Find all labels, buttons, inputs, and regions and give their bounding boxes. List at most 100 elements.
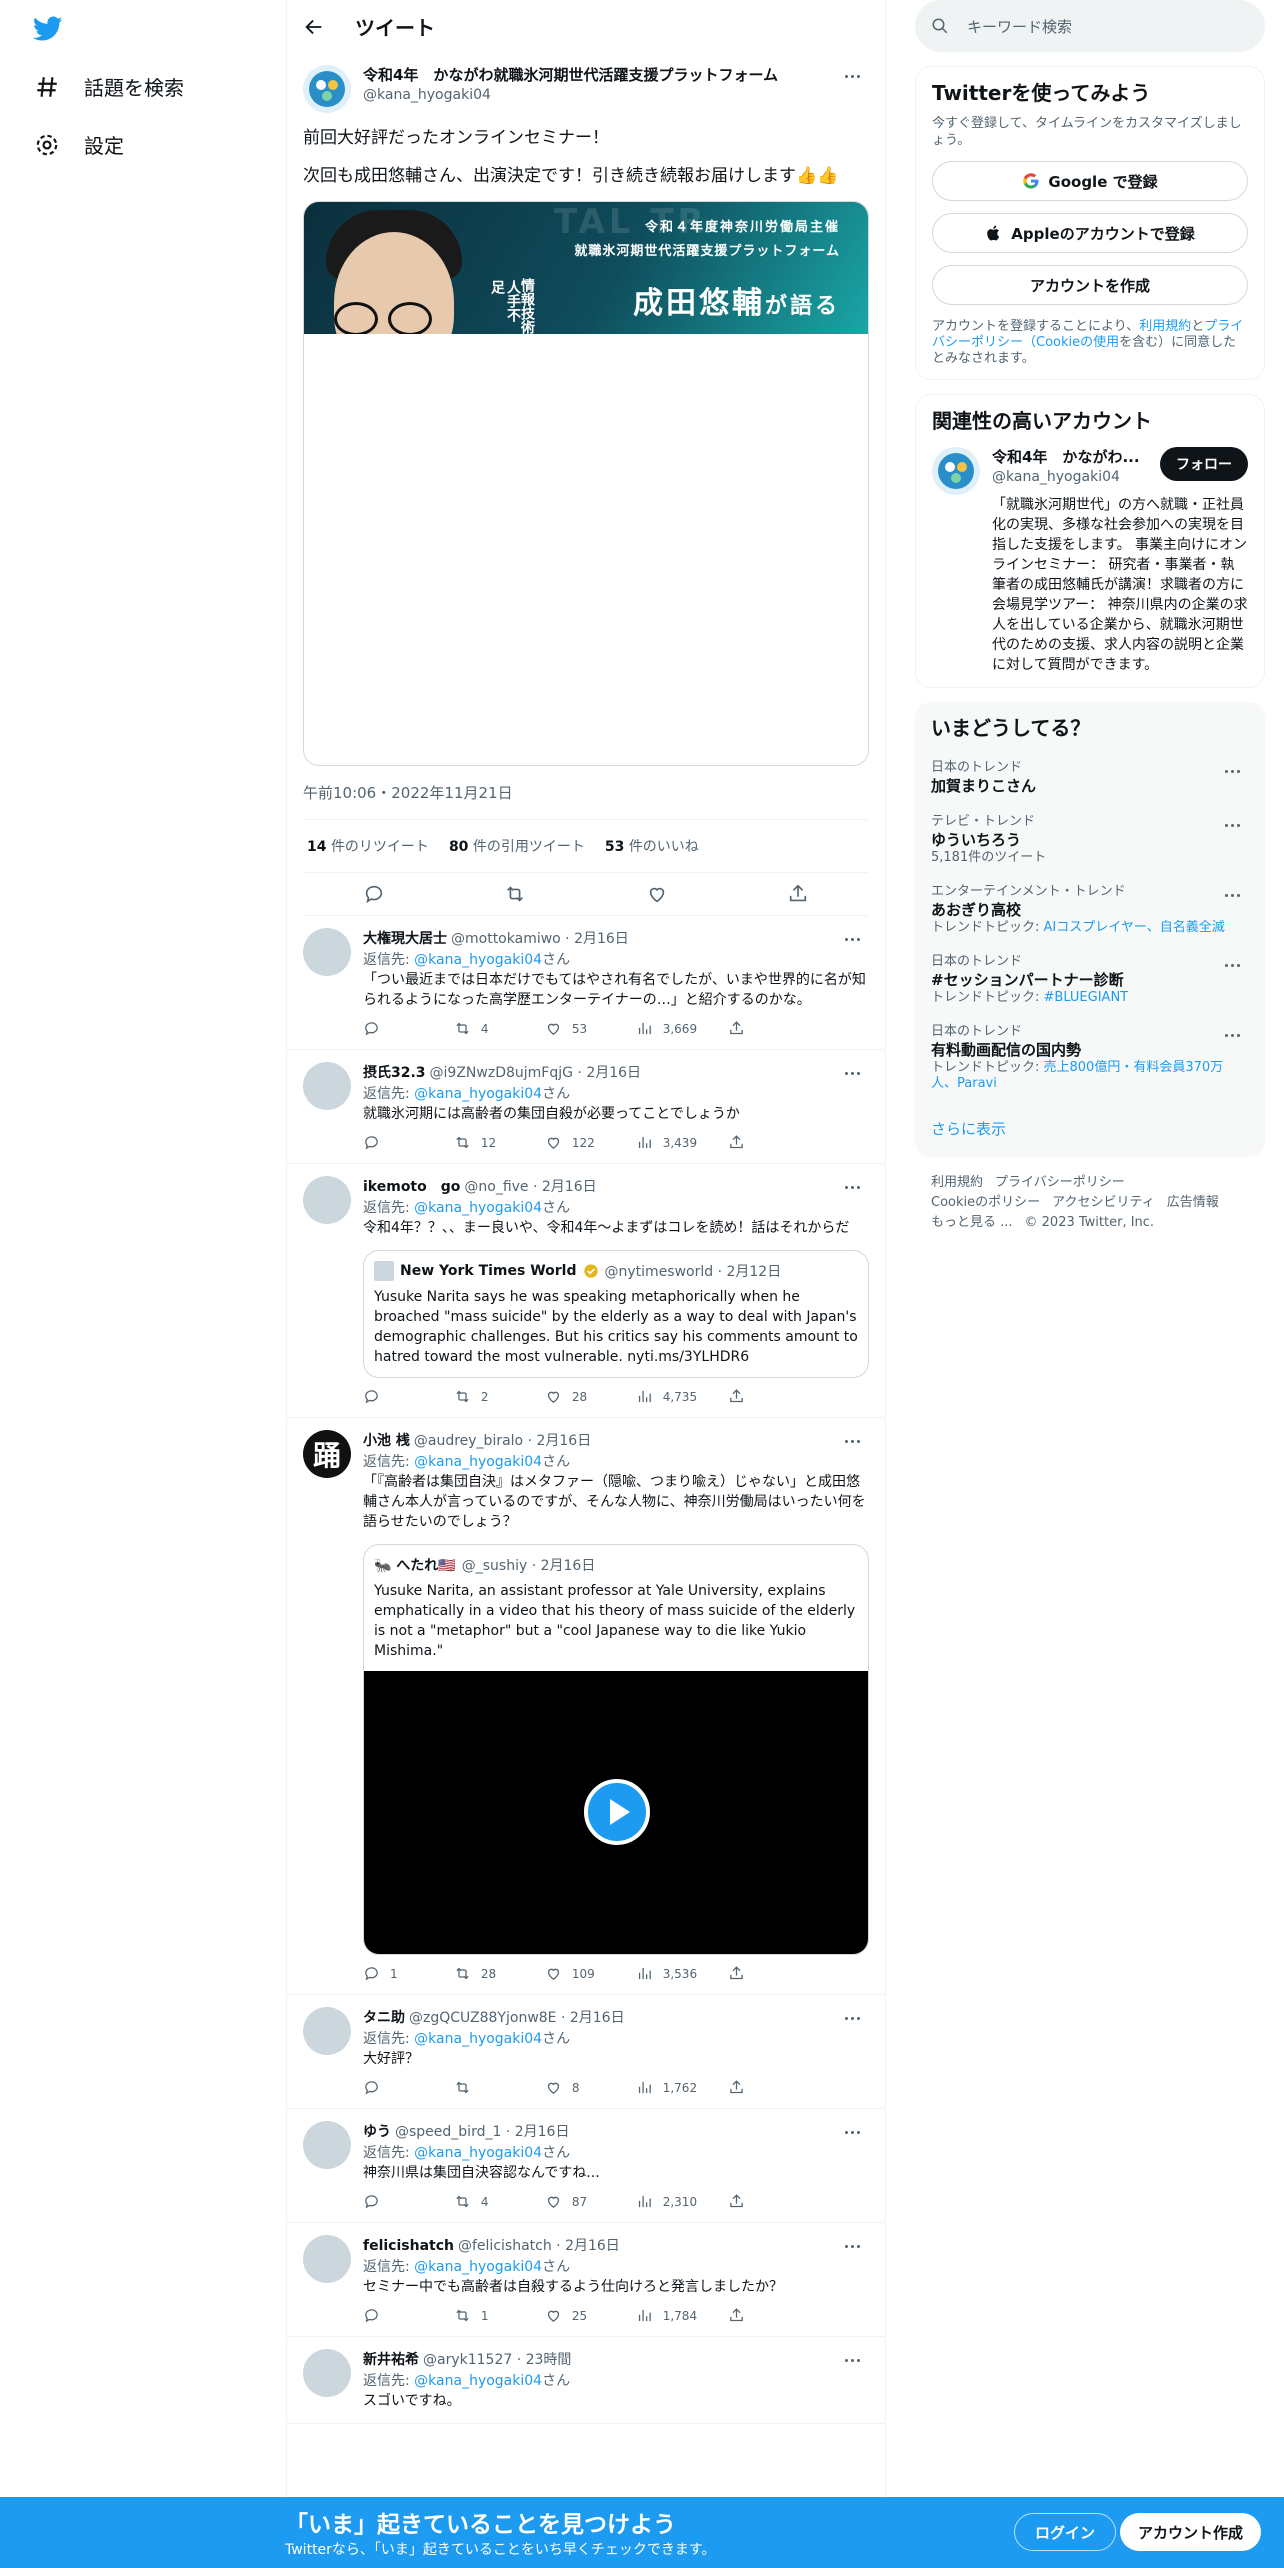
footer-privacy-link[interactable]: プライバシーポリシー xyxy=(995,1175,1125,1190)
related-account[interactable]: 令和4年 かながわ... @kana_hyogaki04 フォロー 「就職氷河期… xyxy=(932,447,1248,675)
reply-button[interactable] xyxy=(363,1134,423,1151)
reply-to-link[interactable]: @kana_hyogaki04 xyxy=(414,1454,542,1470)
avatar[interactable] xyxy=(303,65,351,113)
footer-ads-link[interactable]: 広告情報 xyxy=(1167,1195,1219,1210)
avatar[interactable] xyxy=(303,1176,351,1224)
avatar[interactable] xyxy=(303,1062,351,1110)
avatar[interactable] xyxy=(932,447,980,495)
share-button[interactable] xyxy=(728,1134,788,1151)
avatar[interactable] xyxy=(303,2235,351,2283)
reply-tweet[interactable]: felicishatch @felicishatch · 2月16日 返信先: @… xyxy=(287,2223,885,2337)
nav-settings[interactable]: 設定 xyxy=(34,130,124,159)
more-options-icon[interactable] xyxy=(835,2007,869,2029)
signup-button[interactable]: アカウント作成 xyxy=(1120,2513,1262,2551)
retweet-button[interactable]: 4 xyxy=(454,2193,514,2210)
reply-tweet[interactable]: 踊 小池 桟 @audrey_biralo · 2月16日 返信先: @kana_… xyxy=(287,1418,885,1995)
share-button[interactable] xyxy=(728,2193,788,2210)
apple-signup-button[interactable]: Appleのアカウントで登録 xyxy=(932,213,1248,253)
reply-author-handle[interactable]: @felicishatch · 2月16日 xyxy=(458,2236,620,2256)
like-button[interactable]: 8 xyxy=(545,2079,605,2096)
reply-to-link[interactable]: @kana_hyogaki04 xyxy=(414,2259,542,2275)
share-button[interactable] xyxy=(728,1388,788,1405)
views-button[interactable]: 1,784 xyxy=(636,2307,697,2324)
more-options-icon[interactable] xyxy=(1215,760,1249,782)
avatar[interactable]: 踊 xyxy=(303,1430,351,1478)
quoted-video[interactable] xyxy=(364,1671,868,1954)
reply-button[interactable]: 1 xyxy=(363,1965,423,1982)
like-button[interactable]: 122 xyxy=(545,1134,605,1151)
reply-author-handle[interactable]: @zgQCUZ88Yjonw8E · 2月16日 xyxy=(409,2008,625,2028)
footer-terms-link[interactable]: 利用規約 xyxy=(931,1175,983,1190)
reply-icon[interactable] xyxy=(363,883,385,905)
reply-author-name[interactable]: ゆう xyxy=(363,2122,391,2142)
views-button[interactable]: 2,310 xyxy=(636,2193,697,2210)
retweet-icon[interactable] xyxy=(504,883,526,905)
retweet-button[interactable]: 1 xyxy=(454,2307,514,2324)
trend-item[interactable]: テレビ・トレンド ゆういちろう 5,181件のツイート xyxy=(931,814,1249,866)
reply-author-name[interactable]: タニ助 xyxy=(363,2008,405,2028)
retweet-button[interactable]: 28 xyxy=(454,1965,514,1982)
back-arrow-icon[interactable] xyxy=(303,16,325,38)
views-button[interactable]: 1,762 xyxy=(636,2079,697,2096)
follow-button[interactable]: フォロー xyxy=(1160,447,1248,481)
like-count[interactable]: 53 件のいいね xyxy=(605,836,699,856)
reply-author-handle[interactable]: @no_five · 2月16日 xyxy=(464,1177,596,1197)
reply-tweet[interactable]: ゆう @speed_bird_1 · 2月16日 返信先: @kana_hyoga… xyxy=(287,2109,885,2223)
reply-tweet[interactable]: タニ助 @zgQCUZ88Yjonw8E · 2月16日 返信先: @kana_h… xyxy=(287,1995,885,2109)
footer-more-link[interactable]: もっと見る ... xyxy=(931,1215,1013,1230)
reply-author-name[interactable]: felicishatch xyxy=(363,2236,454,2256)
reply-to-link[interactable]: @kana_hyogaki04 xyxy=(414,952,542,968)
reply-to-link[interactable]: @kana_hyogaki04 xyxy=(414,2031,542,2047)
more-options-icon[interactable] xyxy=(835,1062,869,1084)
more-options-icon[interactable] xyxy=(835,928,869,950)
like-button[interactable]: 28 xyxy=(545,1388,605,1405)
trend-item[interactable]: エンターテインメント・トレンド あおぎり高校 トレンドトピック: AIコスプレイ… xyxy=(931,884,1249,936)
reply-author-handle[interactable]: @i9ZNwzD8ujmFqjG · 2月16日 xyxy=(430,1063,642,1083)
show-more-link[interactable]: さらに表示 xyxy=(931,1118,1249,1139)
create-account-button[interactable]: アカウントを作成 xyxy=(932,265,1248,305)
nav-explore[interactable]: 話題を検索 xyxy=(34,72,184,101)
tweet-media[interactable]: TAL TR 令和４年度神奈川労働局主催 就職氷河期世代活躍支援プラットフォーム… xyxy=(303,201,869,766)
share-button[interactable] xyxy=(728,1020,788,1037)
like-button[interactable]: 109 xyxy=(545,1965,605,1982)
related-name[interactable]: 令和4年 かながわ... xyxy=(992,447,1160,467)
reply-button[interactable] xyxy=(363,2193,423,2210)
reply-author-name[interactable]: 新井祐希 xyxy=(363,2350,419,2370)
reply-tweet[interactable]: 新井祐希 @aryk11527 · 23時間 返信先: @kana_hyogaki… xyxy=(287,2337,885,2424)
quoted-tweet[interactable]: New York Times World @nytimesworld · 2月12… xyxy=(363,1250,869,1378)
quote-count[interactable]: 80 件の引用ツイート xyxy=(449,836,585,856)
quote-link[interactable]: nyti.ms/3YLHDR6 xyxy=(627,1349,749,1365)
reply-tweet[interactable]: ikemoto go @no_five · 2月16日 返信先: @kana_hy… xyxy=(287,1164,885,1418)
reply-button[interactable] xyxy=(363,1020,423,1037)
share-button[interactable] xyxy=(728,2079,788,2096)
share-button[interactable] xyxy=(728,2307,788,2324)
trend-topic-link[interactable]: #BLUEGIANT xyxy=(1044,990,1129,1005)
retweet-count[interactable]: 14 件のリツイート xyxy=(307,836,429,856)
google-signup-button[interactable]: Google で登録 xyxy=(932,161,1248,201)
reply-button[interactable] xyxy=(363,1388,423,1405)
reply-button[interactable] xyxy=(363,2307,423,2324)
reply-author-name[interactable]: ikemoto go xyxy=(363,1177,460,1197)
reply-to-link[interactable]: @kana_hyogaki04 xyxy=(414,1200,542,1216)
views-button[interactable]: 3,439 xyxy=(636,1134,697,1151)
reply-button[interactable] xyxy=(363,2079,423,2096)
more-options-icon[interactable] xyxy=(835,2235,869,2257)
tweet-timestamp[interactable]: 午前10:06・2022年11月21日 xyxy=(303,782,869,820)
login-button[interactable]: ログイン xyxy=(1014,2513,1117,2551)
more-options-icon[interactable] xyxy=(1215,884,1249,906)
share-button[interactable] xyxy=(728,1965,788,1982)
play-icon[interactable] xyxy=(584,1779,650,1845)
author-name[interactable]: 令和4年 かながわ就職氷河期世代活躍支援プラットフォーム xyxy=(363,65,835,85)
like-button[interactable]: 87 xyxy=(545,2193,605,2210)
like-button[interactable]: 53 xyxy=(545,1020,605,1037)
trend-topic-link[interactable]: AIコスプレイヤー、自名義全滅 xyxy=(1044,920,1225,935)
trend-item[interactable]: 日本のトレンド 加賀まりこさん xyxy=(931,760,1249,796)
reply-to-link[interactable]: @kana_hyogaki04 xyxy=(414,1086,542,1102)
reply-tweet[interactable]: 大権現大居士 @mottokamiwo · 2月16日 返信先: @kana_hy… xyxy=(287,916,885,1050)
retweet-button[interactable]: 2 xyxy=(454,1388,514,1405)
views-button[interactable]: 3,536 xyxy=(636,1965,697,1982)
footer-accessibility-link[interactable]: アクセシビリティ xyxy=(1052,1195,1155,1210)
reply-author-name[interactable]: 小池 桟 xyxy=(363,1431,410,1451)
more-options-icon[interactable] xyxy=(1215,954,1249,976)
cookie-link[interactable]: （Cookieの使用 xyxy=(1023,335,1119,350)
